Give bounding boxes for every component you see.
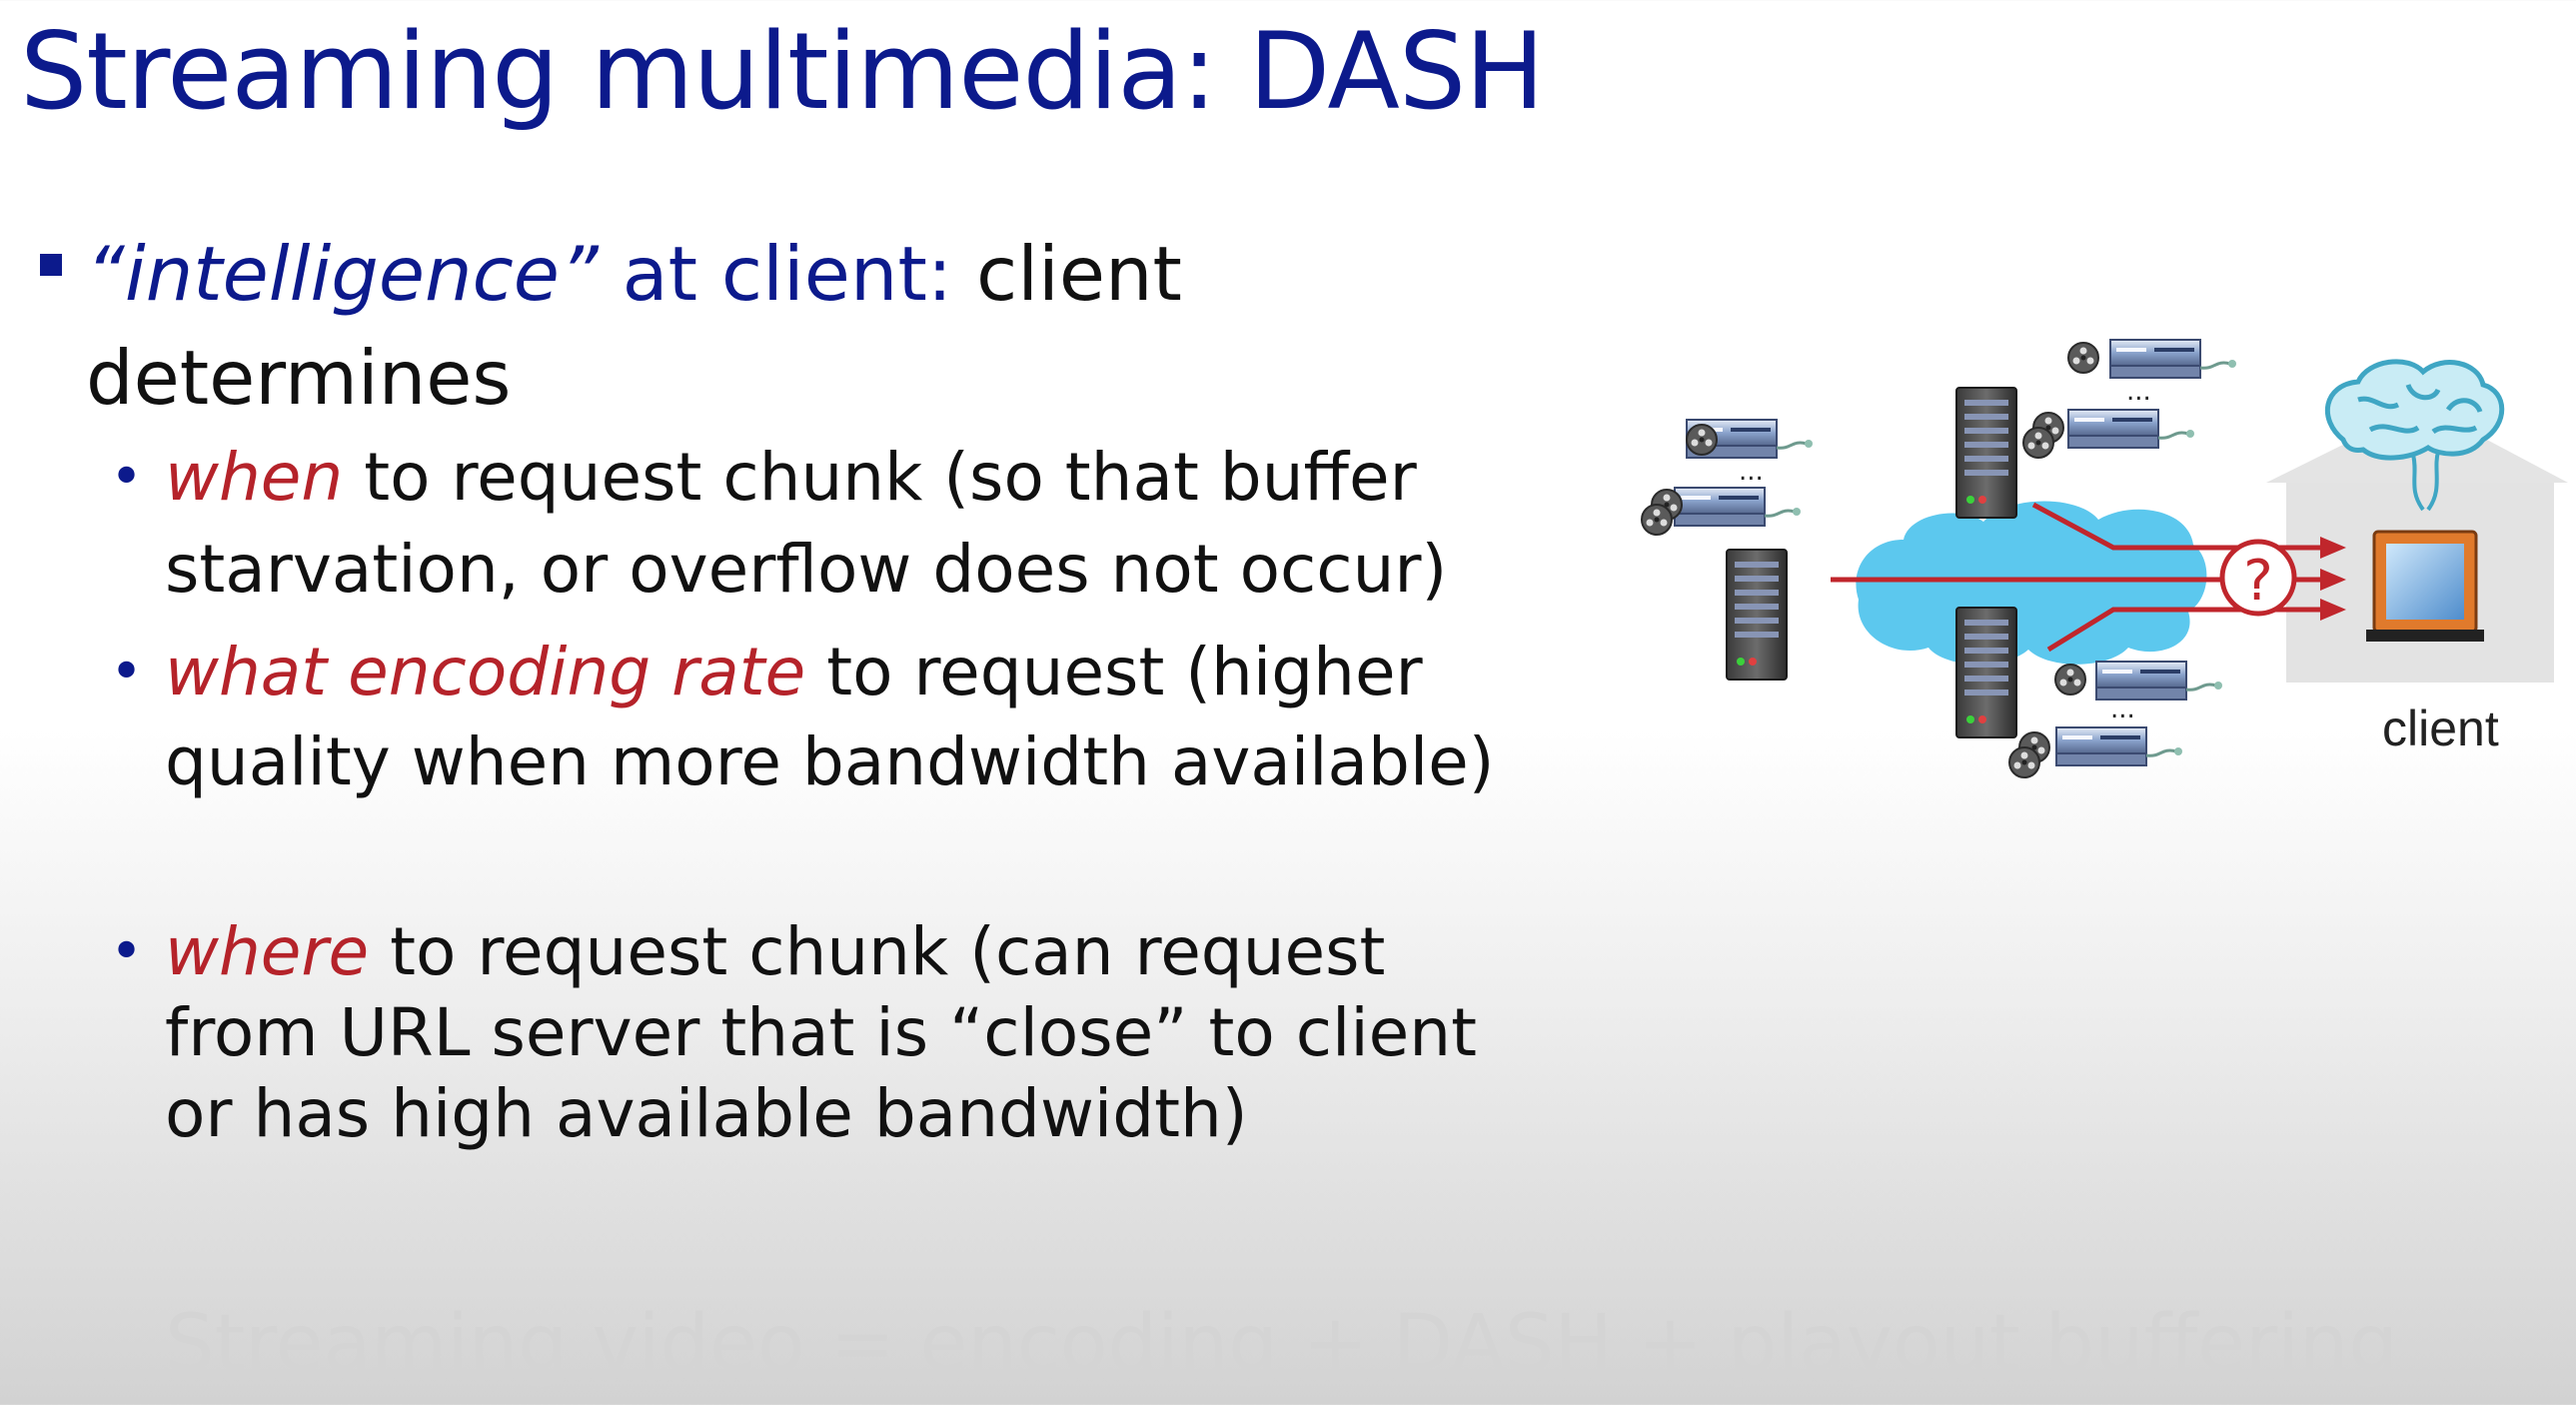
film-reel-icon [2008, 746, 2040, 778]
film-reel-icon [1686, 424, 1718, 456]
film-reel-icon [2022, 427, 2054, 459]
film-reel-icon [2054, 664, 2086, 696]
question-mark-text: ? [2243, 549, 2273, 614]
server-rack-icon [2066, 408, 2196, 450]
server-rack-icon [2108, 338, 2238, 380]
slide-footer: Streaming video = encoding + DASH + play… [165, 1299, 2398, 1389]
server-tower-icon [1955, 387, 2017, 519]
ellipsis-text: ... [1739, 457, 1764, 487]
bullet-dot-icon: • [110, 919, 144, 984]
keyword-where: where [165, 913, 370, 990]
server-tower-icon [1726, 549, 1788, 681]
square-bullet-icon [40, 254, 62, 276]
bullet-dot-icon: • [110, 640, 144, 704]
sub-bullet-text: to request chunk (so that buffer starvat… [165, 439, 1448, 608]
film-reel-icon [1641, 504, 1673, 536]
server-rack-icon [1673, 486, 1803, 528]
ellipsis-text: ... [2126, 377, 2151, 407]
film-reel-icon [2067, 342, 2099, 374]
server-tower-icon [1955, 607, 2017, 738]
sub-bullet-where: • where to request chunk (can request fr… [110, 911, 1544, 1154]
at-client-text: at client: [598, 230, 953, 318]
main-bullet-text: “intelligence” at client: client determi… [86, 222, 1545, 430]
client-label: client [2382, 701, 2499, 756]
keyword-when: when [165, 439, 344, 516]
sub-bullet-when: • when to request chunk (so that buffer … [110, 432, 1544, 616]
question-mark-icon: ? [2219, 539, 2297, 617]
computer-monitor-icon [2366, 530, 2484, 642]
intelligence-term: “intelligence” [86, 230, 599, 318]
sub-bullet-encoding-rate: • what encoding rate to request (higher … [110, 628, 1544, 807]
keyword-encoding-rate: what encoding rate [165, 634, 806, 710]
slide-title: Streaming multimedia: DASH [20, 10, 1545, 133]
server-rack-icon [2054, 725, 2184, 767]
network-cloud-icon [1856, 501, 2207, 665]
bullet-dot-icon: • [110, 445, 144, 510]
ellipsis-text: ... [2110, 695, 2135, 724]
